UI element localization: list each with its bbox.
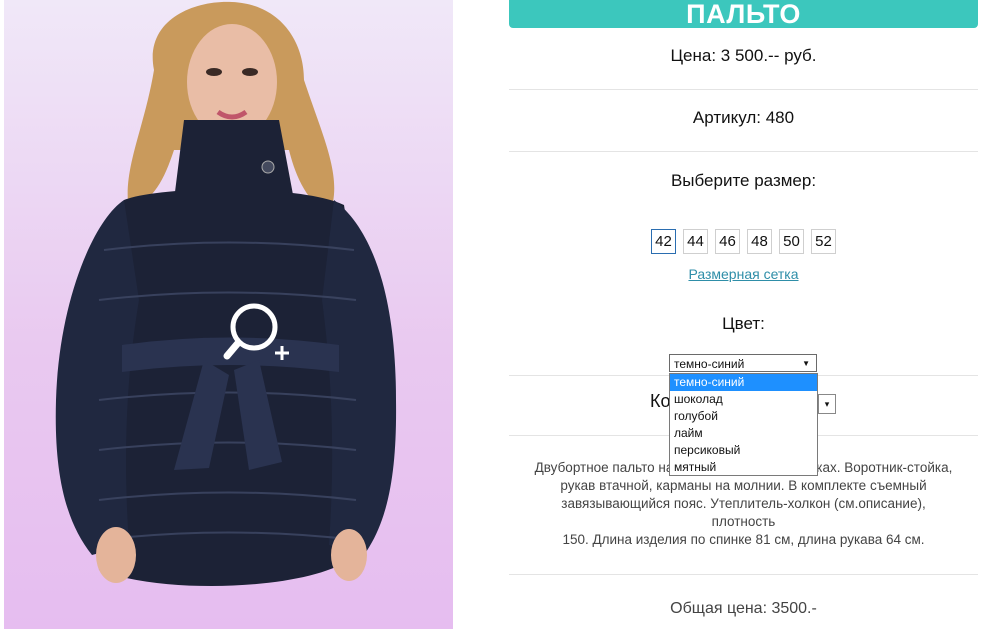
size-option-44[interactable]: 44 [683, 229, 708, 254]
description-line: завязывающийся пояс. Утеплитель-холкон (… [561, 496, 926, 529]
product-price: Цена: 3 500.-- руб. [670, 46, 817, 65]
color-select-value: темно-синий [674, 357, 745, 371]
product-title: ПАЛЬТО [509, 0, 978, 28]
color-option-mint[interactable]: мятный [670, 459, 817, 476]
color-heading: Цвет: [722, 314, 765, 333]
color-dropdown-list: темно-синий шоколад голубой лайм персико… [669, 373, 818, 476]
divider [509, 89, 978, 90]
color-option-light-blue[interactable]: голубой [670, 408, 817, 425]
description-line: рукав втачной, карманы на молнии. В комп… [560, 478, 927, 493]
size-chart-row: Размерная сетка [509, 266, 978, 282]
color-option-lime[interactable]: лайм [670, 425, 817, 442]
color-select[interactable]: темно-синий ▼ [669, 354, 817, 372]
size-option-52[interactable]: 52 [811, 229, 836, 254]
size-chart-link[interactable]: Размерная сетка [688, 266, 798, 282]
quantity-select[interactable]: ▾ [818, 394, 836, 414]
size-selector: 42 44 46 48 50 52 [509, 229, 978, 254]
total-price: Общая цена: 3500.- [670, 600, 817, 617]
divider [509, 574, 978, 575]
size-option-50[interactable]: 50 [779, 229, 804, 254]
quantity-label-partial: Ко [650, 391, 671, 411]
zoom-icon[interactable] [222, 300, 298, 366]
size-option-46[interactable]: 46 [715, 229, 740, 254]
product-article: Артикул: 480 [692, 108, 795, 127]
color-option-chocolate[interactable]: шоколад [670, 391, 817, 408]
size-heading: Выберите размер: [670, 171, 817, 190]
description-line: 150. Длина изделия по спинке 81 см, длин… [562, 532, 925, 547]
size-option-42[interactable]: 42 [651, 229, 676, 254]
size-option-48[interactable]: 48 [747, 229, 772, 254]
product-photo[interactable] [4, 0, 453, 629]
color-option-dark-blue[interactable]: темно-синий [670, 374, 817, 391]
triangle-down-icon: ▼ [802, 359, 810, 368]
divider [509, 151, 978, 152]
color-option-peach[interactable]: персиковый [670, 442, 817, 459]
